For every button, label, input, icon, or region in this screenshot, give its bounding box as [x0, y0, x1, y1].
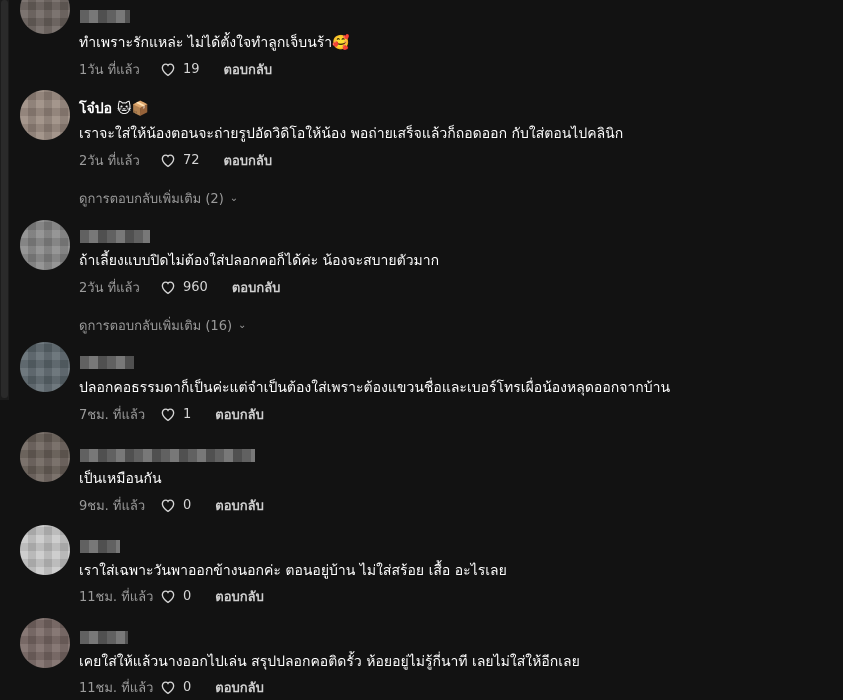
comment-text: ปลอกคอธรรมดาก็เป็นค่ะแต่จำเป็นต้องใส่เพร…	[79, 380, 671, 396]
like-count: 19	[183, 61, 200, 77]
username-blurred[interactable]	[80, 449, 255, 462]
heart-outline-icon	[161, 63, 175, 77]
username-blurred[interactable]	[80, 230, 150, 243]
reply-button[interactable]: ตอบกลับ	[232, 277, 281, 298]
comment-time: 9ชม. ที่แล้ว	[79, 498, 146, 514]
comment-meta: 2วัน ที่แล้ว 72 ตอบกลับ	[79, 150, 272, 170]
comment-text: เราจะใส่ให้น้องตอนจะถ่ายรูปอัดวิดิโอให้น…	[79, 126, 624, 142]
comment-time: 1วัน ที่แล้ว	[79, 62, 140, 78]
view-more-replies[interactable]: ดูการตอบกลับเพิ่มเติม (16) ⌄	[79, 315, 246, 336]
heart-outline-icon	[161, 154, 175, 168]
heart-outline-icon	[161, 681, 175, 695]
comment-meta: 1วัน ที่แล้ว 19 ตอบกลับ	[79, 59, 272, 79]
heart-outline-icon	[161, 408, 175, 422]
comment-text: เป็นเหมือนกัน	[79, 471, 162, 487]
like-button[interactable]: 0	[159, 678, 191, 696]
username-blurred[interactable]	[80, 631, 128, 644]
avatar[interactable]	[20, 525, 70, 575]
comment-meta: 9ชม. ที่แล้ว 0 ตอบกลับ	[79, 495, 264, 515]
comment-time: 11ชม. ที่แล้ว	[79, 680, 154, 696]
heart-outline-icon	[161, 590, 175, 604]
avatar[interactable]	[20, 342, 70, 392]
username-blurred[interactable]	[80, 10, 130, 23]
chevron-down-icon: ⌄	[238, 320, 247, 331]
view-more-label: ดูการตอบกลับเพิ่มเติม (16)	[79, 319, 233, 334]
comment-text: ทำเพราะรักแหล่ะ ไม่ได้ตั้งใจทำลูกเจ็บนร้…	[79, 35, 350, 51]
reply-button[interactable]: ตอบกลับ	[224, 150, 273, 171]
comment-meta: 11ชม. ที่แล้ว 0 ตอบกลับ	[79, 586, 264, 606]
like-count: 0	[183, 679, 192, 695]
like-button[interactable]: 0	[159, 587, 191, 605]
chevron-down-icon: ⌄	[229, 193, 239, 204]
avatar[interactable]	[20, 618, 70, 668]
like-count: 1	[183, 406, 192, 422]
reply-button[interactable]: ตอบกลับ	[215, 586, 264, 607]
scrollbar-thumb[interactable]	[1, 0, 8, 398]
scrollbar[interactable]	[0, 0, 9, 400]
like-button[interactable]: 72	[159, 151, 200, 169]
reply-button[interactable]: ตอบกลับ	[215, 677, 264, 698]
heart-outline-icon	[161, 499, 175, 513]
like-count: 72	[183, 152, 200, 168]
avatar[interactable]	[20, 90, 70, 140]
view-more-label: ดูการตอบกลับเพิ่มเติม (2)	[79, 192, 224, 207]
reply-button[interactable]: ตอบกลับ	[224, 59, 273, 80]
like-button[interactable]: 1	[159, 405, 191, 423]
comment-time: 2วัน ที่แล้ว	[79, 153, 140, 169]
avatar[interactable]	[20, 432, 70, 482]
comment-text: เราใส่เฉพาะวันพาออกข้างนอกค่ะ ตอนอยู่บ้า…	[79, 563, 507, 579]
comment-meta: 2วัน ที่แล้ว 960 ตอบกลับ	[79, 277, 280, 297]
username-blurred[interactable]	[80, 540, 120, 553]
like-count: 0	[183, 497, 192, 513]
comment-meta: 11ชม. ที่แล้ว 0 ตอบกลับ	[79, 677, 264, 697]
like-button[interactable]: 960	[159, 278, 208, 296]
comment-text: เคยใส่ให้แล้วนางออกไปเล่น สรุปปลอกคอติดร…	[79, 654, 580, 670]
reply-button[interactable]: ตอบกลับ	[215, 495, 264, 516]
comment-text: ถ้าเลี้ยงแบบปิดไม่ต้องใส่ปลอกคอก็ได้ค่ะ …	[79, 253, 440, 269]
avatar[interactable]	[20, 0, 70, 34]
comment-meta: 7ชม. ที่แล้ว 1 ตอบกลับ	[79, 404, 264, 424]
view-more-replies[interactable]: ดูการตอบกลับเพิ่มเติม (2) ⌄	[79, 188, 238, 209]
like-count: 960	[183, 279, 208, 295]
like-count: 0	[183, 588, 192, 604]
like-button[interactable]: 0	[159, 496, 191, 514]
username-blurred[interactable]	[80, 356, 134, 369]
reply-button[interactable]: ตอบกลับ	[215, 404, 264, 425]
comment-time: 7ชม. ที่แล้ว	[79, 407, 146, 423]
avatar[interactable]	[20, 220, 70, 270]
like-button[interactable]: 19	[159, 60, 200, 78]
username[interactable]: โจ๋ปอ 🐱📦	[79, 98, 149, 120]
comment-time: 11ชม. ที่แล้ว	[79, 589, 154, 605]
comment-time: 2วัน ที่แล้ว	[79, 280, 140, 296]
heart-outline-icon	[161, 281, 175, 295]
